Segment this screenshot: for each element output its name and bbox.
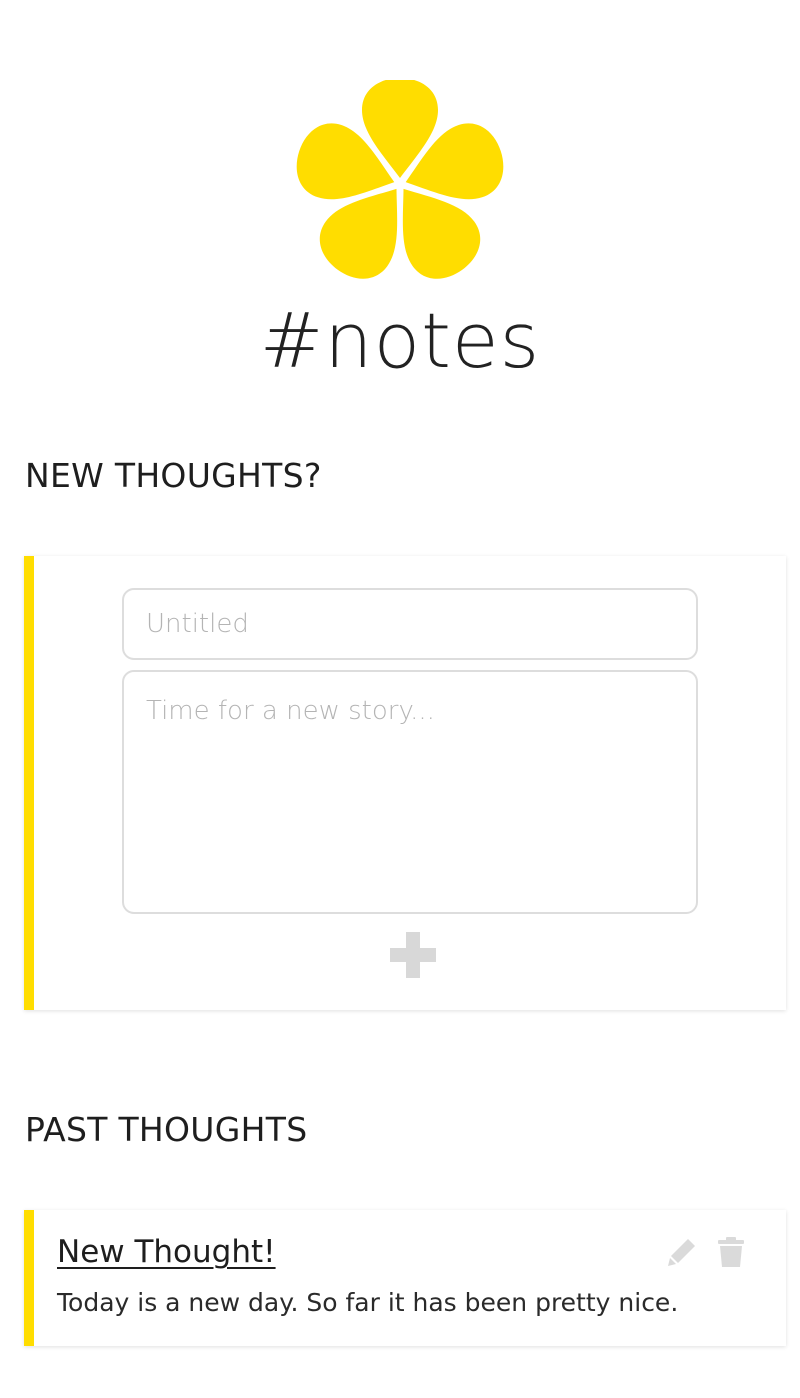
trash-icon[interactable] bbox=[716, 1236, 746, 1268]
note-title-input[interactable] bbox=[122, 588, 698, 660]
note-body-text: Today is a new day. So far it has been p… bbox=[57, 1288, 679, 1317]
pencil-icon[interactable] bbox=[666, 1236, 698, 1268]
new-thoughts-heading: NEW THOUGHTS? bbox=[25, 456, 322, 495]
add-note-button[interactable] bbox=[390, 932, 436, 978]
new-note-card bbox=[24, 556, 786, 1010]
flower-logo-icon bbox=[296, 80, 504, 279]
note-title-link[interactable]: New Thought! bbox=[57, 1232, 276, 1272]
note-body-input[interactable] bbox=[122, 670, 698, 914]
note-card: New Thought! Today is a new day. So far … bbox=[24, 1210, 786, 1346]
app-title: #notes bbox=[259, 296, 541, 385]
past-thoughts-heading: PAST THOUGHTS bbox=[25, 1110, 308, 1149]
